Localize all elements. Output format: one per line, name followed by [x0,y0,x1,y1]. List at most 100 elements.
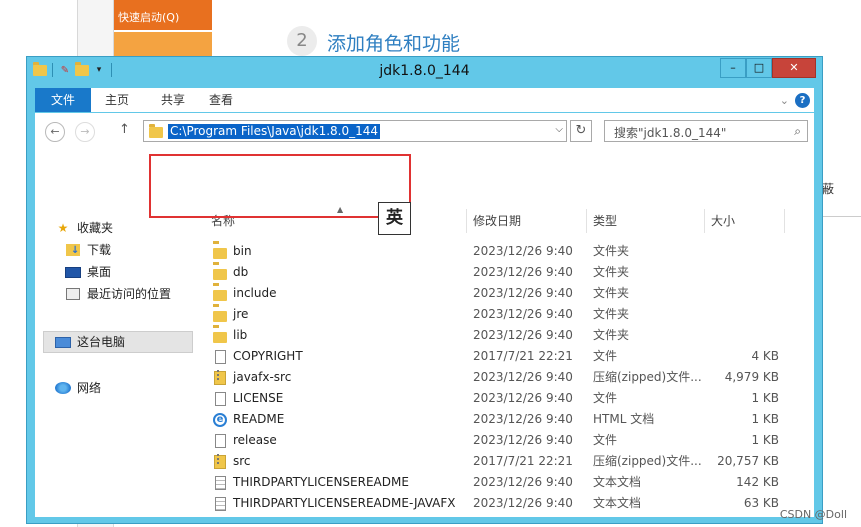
nav-item-network[interactable]: 网络 [55,377,101,399]
file-icon [213,391,227,407]
forward-button[interactable]: → [75,122,95,142]
file-date: 2023/12/26 9:40 [473,370,573,384]
file-type: 文件 [593,349,618,363]
file-row[interactable]: COPYRIGHT 2017/7/21 22:21 文件 4 KB [205,346,805,367]
nav-item-recent[interactable]: 最近访问的位置 [65,283,171,305]
file-row[interactable]: include 2023/12/26 9:40 文件夹 [205,283,805,304]
file-name: THIRDPARTYLICENSEREADME [233,475,409,489]
file-type: 文件 [593,391,618,405]
network-icon [55,381,71,395]
up-button[interactable]: ↑ [119,122,130,137]
watermark: CSDN @Doll [779,508,847,521]
ime-indicator: 英 [378,202,411,235]
tab-view[interactable]: 查看 [199,88,243,112]
file-type: 文本文档 [593,475,642,489]
step-number: 2 [287,26,317,56]
search-input[interactable]: 搜索"jdk1.8.0_144" [614,124,726,141]
highlight-box [149,154,411,218]
explorer-body: ← → ↑ C:\Program Files\Java\jdk1.8.0_144… [35,113,814,517]
refresh-button[interactable]: ↻ [570,120,592,142]
file-size: 142 KB [736,475,779,489]
column-header-date[interactable]: 修改日期 [467,209,587,233]
file-row[interactable]: release 2023/12/26 9:40 文件 1 KB [205,430,805,451]
file-row[interactable]: THIRDPARTYLICENSEREADME 2023/12/26 9:40 文本… [205,472,805,493]
folder-icon [213,328,227,344]
quick-start-menu-item[interactable]: 快速启动(Q) [114,0,212,30]
file-size: 63 KB [743,496,779,510]
file-row[interactable]: javafx-src 2023/12/26 9:40 压缩(zipped)文件...… [205,367,805,388]
minimize-button[interactable]: – [720,58,746,78]
file-date: 2023/12/26 9:40 [473,244,573,258]
file-date: 2023/12/26 9:40 [473,328,573,342]
file-row[interactable]: e README 2023/12/26 9:40 HTML 文档 1 KB [205,409,805,430]
zip-icon [213,370,227,386]
file-size: 20,757 KB [717,454,779,468]
file-name: db [233,265,249,279]
folder-icon [149,124,163,138]
column-header-type[interactable]: 类型 [587,209,705,233]
ribbon-right-controls: ⌄ ? [780,93,810,108]
tab-share[interactable]: 共享 [151,88,195,112]
file-name: README [233,412,285,426]
window-controls: – □ ✕ [720,58,816,78]
file-name: lib [233,328,248,342]
file-row[interactable]: LICENSE 2023/12/26 9:40 文件 1 KB [205,388,805,409]
maximize-button[interactable]: □ [746,58,772,78]
file-date: 2017/7/21 22:21 [473,349,573,363]
file-date: 2023/12/26 9:40 [473,412,573,426]
help-icon[interactable]: ? [795,93,810,108]
file-type: 压缩(zipped)文件... [593,454,702,468]
nav-item-desktop[interactable]: 桌面 [65,261,111,283]
file-type: 文件夹 [593,265,630,279]
file-date: 2017/7/21 22:21 [473,454,573,468]
file-name: bin [233,244,252,258]
back-button[interactable]: ← [45,122,65,142]
file-list: bin 2023/12/26 9:40 文件夹 db 2023/12/26 9:40 文件… [205,241,805,514]
file-size: 4,979 KB [724,370,779,384]
file-type: 文件夹 [593,307,630,321]
file-row[interactable]: lib 2023/12/26 9:40 文件夹 [205,325,805,346]
file-type: HTML 文档 [593,412,655,426]
expand-ribbon-icon[interactable]: ⌄ [780,94,789,107]
text-file-icon [213,496,227,512]
file-name: THIRDPARTYLICENSEREADME-JAVAFX [233,496,456,510]
explorer-window: ✎ ▾ jdk1.8.0_144 – □ ✕ 文件 主页 共享 查看 ⌄ ? ←… [26,56,823,524]
file-row[interactable]: db 2023/12/26 9:40 文件夹 [205,262,805,283]
file-row[interactable]: jre 2023/12/26 9:40 文件夹 [205,304,805,325]
window-title: jdk1.8.0_144 [379,63,470,79]
nav-item-favorites[interactable]: ★ 收藏夹 [55,217,113,239]
file-row[interactable]: bin 2023/12/26 9:40 文件夹 [205,241,805,262]
file-type: 压缩(zipped)文件... [593,370,702,384]
file-date: 2023/12/26 9:40 [473,391,573,405]
search-icon[interactable]: ⌕ [794,124,801,139]
tab-home[interactable]: 主页 [95,88,139,112]
file-size: 1 KB [751,391,779,405]
ribbon-tabs: 文件 主页 共享 查看 ⌄ ? [35,88,814,112]
file-date: 2023/12/26 9:40 [473,496,573,510]
tab-file[interactable]: 文件 [35,88,91,112]
address-path[interactable]: C:\Program Files\Java\jdk1.8.0_144 [168,124,381,139]
nav-item-downloads[interactable]: 下载 [65,239,111,262]
column-header-size[interactable]: 大小 [705,209,785,233]
file-name: src [233,454,251,468]
chevron-down-icon[interactable]: ⌵ [555,124,563,135]
title-bar[interactable]: ✎ ▾ jdk1.8.0_144 – □ ✕ [27,57,822,87]
desktop-icon [65,265,81,279]
folder-icon [213,265,227,281]
text-file-icon [213,475,227,491]
nav-item-label: 收藏夹 [77,221,114,235]
file-row[interactable]: src 2017/7/21 22:21 压缩(zipped)文件... 20,757 … [205,451,805,472]
file-type: 文件夹 [593,328,630,342]
step-link-add-roles[interactable]: 添加角色和功能 [327,29,460,56]
nav-item-this-pc[interactable]: 这台电脑 [55,331,125,353]
address-bar[interactable]: C:\Program Files\Java\jdk1.8.0_144 ⌵ [143,120,567,142]
file-name: COPYRIGHT [233,349,303,363]
file-name: include [233,286,277,300]
file-date: 2023/12/26 9:40 [473,286,573,300]
file-name: LICENSE [233,391,284,405]
search-box[interactable]: 搜索"jdk1.8.0_144" ⌕ [604,120,808,142]
file-row[interactable]: THIRDPARTYLICENSEREADME-JAVAFX 2023/12/26… [205,493,805,514]
downloads-icon [65,240,81,262]
folder-icon [213,307,227,323]
close-button[interactable]: ✕ [772,58,816,78]
